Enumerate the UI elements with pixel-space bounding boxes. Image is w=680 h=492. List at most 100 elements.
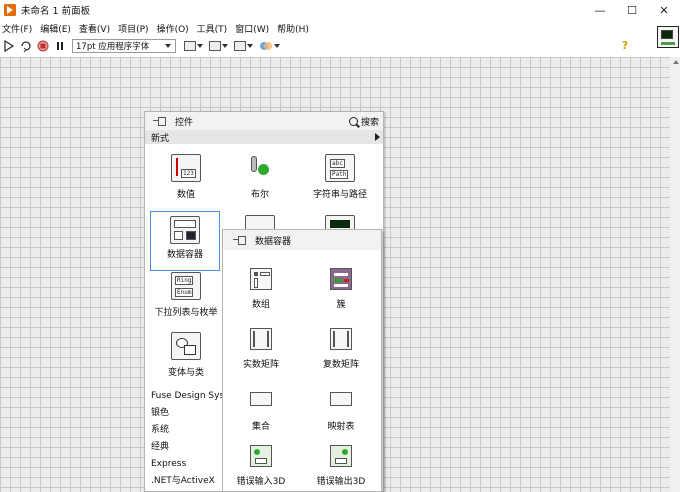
chevron-down-icon bbox=[247, 44, 253, 48]
menu-view[interactable]: 查看(V) bbox=[76, 22, 115, 35]
menu-project[interactable]: 项目(P) bbox=[115, 22, 153, 35]
submenu-item-complex-matrix[interactable]: 复数矩阵 bbox=[303, 328, 379, 384]
run-continuously-icon[interactable] bbox=[18, 38, 34, 54]
menu-operate[interactable]: 操作(O) bbox=[154, 22, 194, 35]
menu-tools[interactable]: 工具(T) bbox=[194, 22, 233, 35]
submenu-header: 数据容器 bbox=[223, 230, 381, 250]
window-title: 未命名 1 前面板 bbox=[21, 6, 91, 17]
search-button[interactable]: 搜索 bbox=[347, 114, 381, 128]
resize-objects-dropdown[interactable] bbox=[234, 41, 253, 51]
submenu-item-real-matrix[interactable]: 实数矩阵 bbox=[223, 328, 299, 384]
menu-window[interactable]: 窗口(W) bbox=[232, 22, 274, 35]
menu-help[interactable]: 帮助(H) bbox=[274, 22, 314, 35]
resize-icon bbox=[234, 41, 246, 51]
submenu-item-cluster[interactable]: 簇 bbox=[303, 268, 379, 324]
set-icon bbox=[250, 392, 272, 406]
submenu-title: 数据容器 bbox=[255, 236, 292, 247]
vertical-scrollbar[interactable] bbox=[670, 57, 680, 492]
category-classic[interactable]: 经典 bbox=[145, 439, 223, 456]
labview-app-icon bbox=[4, 4, 16, 16]
vi-icon[interactable] bbox=[657, 26, 679, 48]
font-select-value: 17pt 应用程序字体 bbox=[76, 42, 150, 52]
palette-category-list: Fuse Design System 银色 系统 经典 Express .NET… bbox=[145, 388, 223, 490]
category-silver[interactable]: 银色 bbox=[145, 405, 223, 422]
context-help-icon[interactable]: ? bbox=[618, 39, 632, 53]
search-label: 搜索 bbox=[360, 117, 379, 128]
submenu-item-label: 错误输出3D bbox=[316, 477, 366, 487]
toolbar: 17pt 应用程序字体 bbox=[0, 37, 680, 55]
submenu-item-label: 映射表 bbox=[327, 422, 355, 432]
tile-label: 变体与类 bbox=[167, 368, 204, 378]
menu-bar: 文件(F) 编辑(E) 查看(V) 项目(P) 操作(O) 工具(T) 窗口(W… bbox=[0, 20, 680, 37]
map-icon bbox=[330, 392, 352, 406]
chevron-down-icon bbox=[222, 44, 228, 48]
minimize-button[interactable]: — bbox=[584, 0, 616, 20]
cluster-icon bbox=[330, 268, 352, 290]
distribute-icon bbox=[209, 41, 221, 51]
align-objects-dropdown[interactable] bbox=[184, 41, 203, 51]
chevron-right-icon bbox=[375, 133, 380, 141]
tile-label: 数值 bbox=[176, 190, 195, 200]
submenu-item-error-in-3d[interactable]: 错误输入3D bbox=[223, 445, 299, 492]
pin-icon[interactable] bbox=[233, 235, 247, 245]
palette-tile-ring-enum[interactable]: Ring Enum 下拉列表与枚举 bbox=[151, 272, 221, 332]
submenu-item-label: 集合 bbox=[251, 422, 270, 432]
abort-icon[interactable] bbox=[35, 38, 51, 54]
tile-label: 下拉列表与枚举 bbox=[154, 308, 218, 318]
reorder-icon bbox=[260, 42, 272, 50]
category-fuse-design-system[interactable]: Fuse Design System bbox=[145, 388, 223, 405]
align-icon bbox=[184, 41, 196, 51]
error-in-3d-icon bbox=[250, 445, 272, 467]
chevron-down-icon bbox=[197, 44, 203, 48]
submenu-item-array[interactable]: 数组 bbox=[223, 268, 299, 324]
pin-icon[interactable] bbox=[153, 116, 167, 126]
vi-icon-screen bbox=[661, 30, 673, 39]
tile-label: 数据容器 bbox=[166, 250, 203, 260]
error-out-3d-icon bbox=[330, 445, 352, 467]
category-express[interactable]: Express bbox=[145, 456, 223, 473]
category-label: 新式 bbox=[151, 133, 170, 144]
category-system[interactable]: 系统 bbox=[145, 422, 223, 439]
maximize-button[interactable]: ☐ bbox=[616, 0, 648, 20]
submenu-item-label: 实数矩阵 bbox=[242, 360, 279, 370]
submenu-item-set[interactable]: 集合 bbox=[223, 388, 299, 444]
submenu-item-label: 错误输入3D bbox=[236, 477, 286, 487]
real-matrix-icon bbox=[250, 328, 272, 350]
boolean-icon bbox=[245, 154, 275, 182]
vi-icon-bar bbox=[661, 42, 675, 45]
submenu-item-label: 簇 bbox=[336, 300, 346, 310]
string-path-icon: abc Path bbox=[325, 154, 355, 182]
palette-tile-boolean[interactable]: 布尔 bbox=[225, 154, 295, 214]
font-select[interactable]: 17pt 应用程序字体 bbox=[72, 39, 176, 53]
chevron-down-icon bbox=[165, 44, 171, 48]
submenu-item-error-out-3d[interactable]: 错误输出3D bbox=[303, 445, 379, 492]
tile-label: 字符串与路径 bbox=[312, 190, 367, 200]
palette-tile-string-path[interactable]: abc Path 字符串与路径 bbox=[305, 154, 375, 214]
tile-label: 布尔 bbox=[250, 190, 269, 200]
array-icon bbox=[250, 268, 272, 290]
palette-header: 控件 搜索 bbox=[145, 112, 383, 130]
category-net-activex[interactable]: .NET与ActiveX bbox=[145, 473, 223, 490]
palette-tile-data-container[interactable]: 数据容器 bbox=[150, 211, 220, 271]
close-button[interactable]: ✕ bbox=[648, 0, 680, 20]
palette-tile-variant-class[interactable]: 变体与类 bbox=[151, 332, 221, 392]
title-bar: 未命名 1 前面板 — ☐ ✕ bbox=[0, 0, 680, 20]
palette-tile-numeric[interactable]: 123 数值 bbox=[151, 154, 221, 214]
data-container-submenu: 数据容器 数组 簇 实数矩阵 复数矩阵 集合 映射表 错误输入3D 错误输出3D bbox=[222, 229, 382, 492]
chevron-down-icon bbox=[274, 44, 280, 48]
complex-matrix-icon bbox=[330, 328, 352, 350]
submenu-item-map[interactable]: 映射表 bbox=[303, 388, 379, 444]
palette-title: 控件 bbox=[175, 117, 194, 128]
distribute-objects-dropdown[interactable] bbox=[209, 41, 228, 51]
menu-file[interactable]: 文件(F) bbox=[0, 22, 37, 35]
pause-icon[interactable] bbox=[52, 38, 68, 54]
run-arrow-icon[interactable] bbox=[1, 38, 17, 54]
data-container-icon bbox=[170, 216, 200, 244]
ring-enum-icon: Ring Enum bbox=[171, 272, 201, 300]
reorder-dropdown[interactable] bbox=[259, 40, 280, 52]
category-modern[interactable]: 新式 bbox=[145, 130, 383, 144]
submenu-item-label: 数组 bbox=[251, 300, 270, 310]
menu-edit[interactable]: 编辑(E) bbox=[37, 22, 76, 35]
submenu-item-label: 复数矩阵 bbox=[322, 360, 359, 370]
search-icon bbox=[348, 116, 358, 126]
